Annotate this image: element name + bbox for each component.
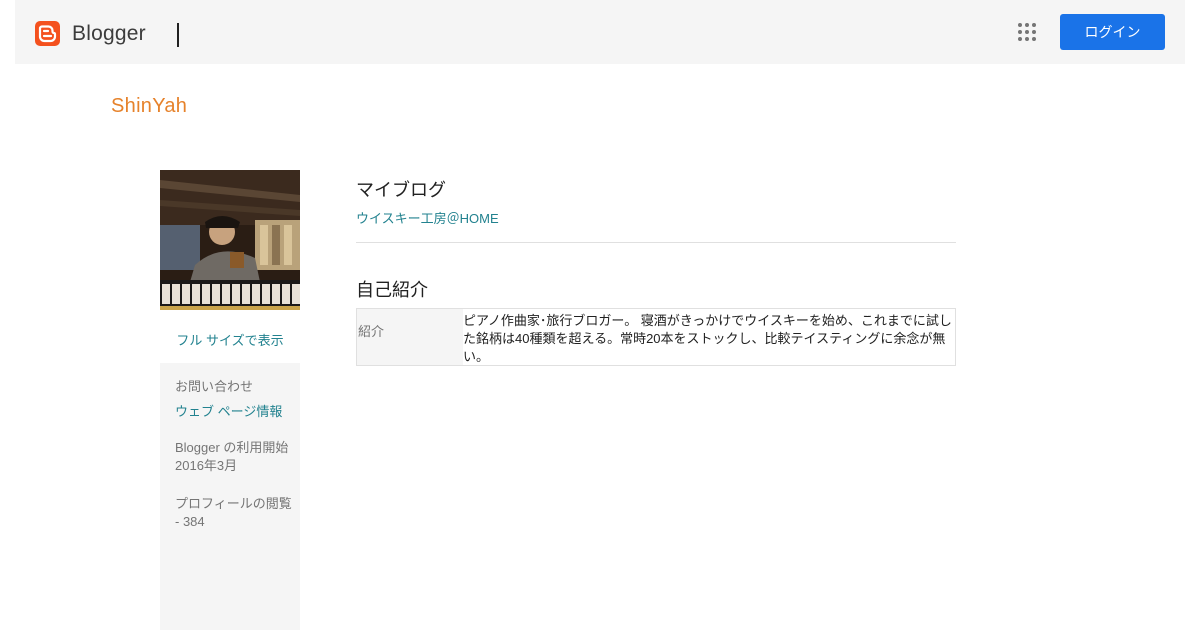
about-heading: 自己紹介 bbox=[356, 280, 428, 300]
apps-grid-icon[interactable] bbox=[1018, 23, 1036, 41]
header-divider bbox=[177, 23, 179, 47]
contact-label: お問い合わせ bbox=[175, 379, 254, 394]
blog-title[interactable]: ShinYah bbox=[111, 95, 187, 118]
profile-photo[interactable] bbox=[160, 170, 300, 310]
my-blog-heading: マイブログ bbox=[356, 180, 446, 200]
top-bar: Blogger ログイン bbox=[15, 0, 1185, 64]
webpage-info-link[interactable]: ウェブ ページ情報 bbox=[175, 401, 282, 420]
profile-sidebar: お問い合わせ ウェブ ページ情報 Blogger の利用開始 2016年3月 プ… bbox=[160, 363, 300, 630]
about-description: ピアノ作曲家･旅行ブロガー。 寝酒がきっかけでウイスキーを始め、これまでに試した… bbox=[463, 313, 952, 364]
blog-link[interactable]: ウイスキー工房＠HOME bbox=[356, 208, 499, 227]
login-button[interactable]: ログイン bbox=[1060, 14, 1165, 50]
view-fullsize-link[interactable]: フル サイズで表示 bbox=[160, 330, 300, 349]
brand-name[interactable]: Blogger bbox=[72, 22, 146, 46]
blogger-logo-icon[interactable] bbox=[35, 21, 60, 46]
about-key-label: 紹介 bbox=[358, 324, 385, 339]
about-key-cell: 紹介 bbox=[357, 309, 463, 365]
about-table: 紹介 ピアノ作曲家･旅行ブロガー。 寝酒がきっかけでウイスキーを始め、これまでに… bbox=[356, 308, 956, 366]
profile-views: プロフィールの閲覧 - 384 bbox=[175, 496, 292, 529]
member-since-label: Blogger の利用開始 bbox=[175, 440, 289, 455]
section-divider bbox=[356, 242, 956, 243]
member-since-value: 2016年3月 bbox=[175, 458, 238, 473]
